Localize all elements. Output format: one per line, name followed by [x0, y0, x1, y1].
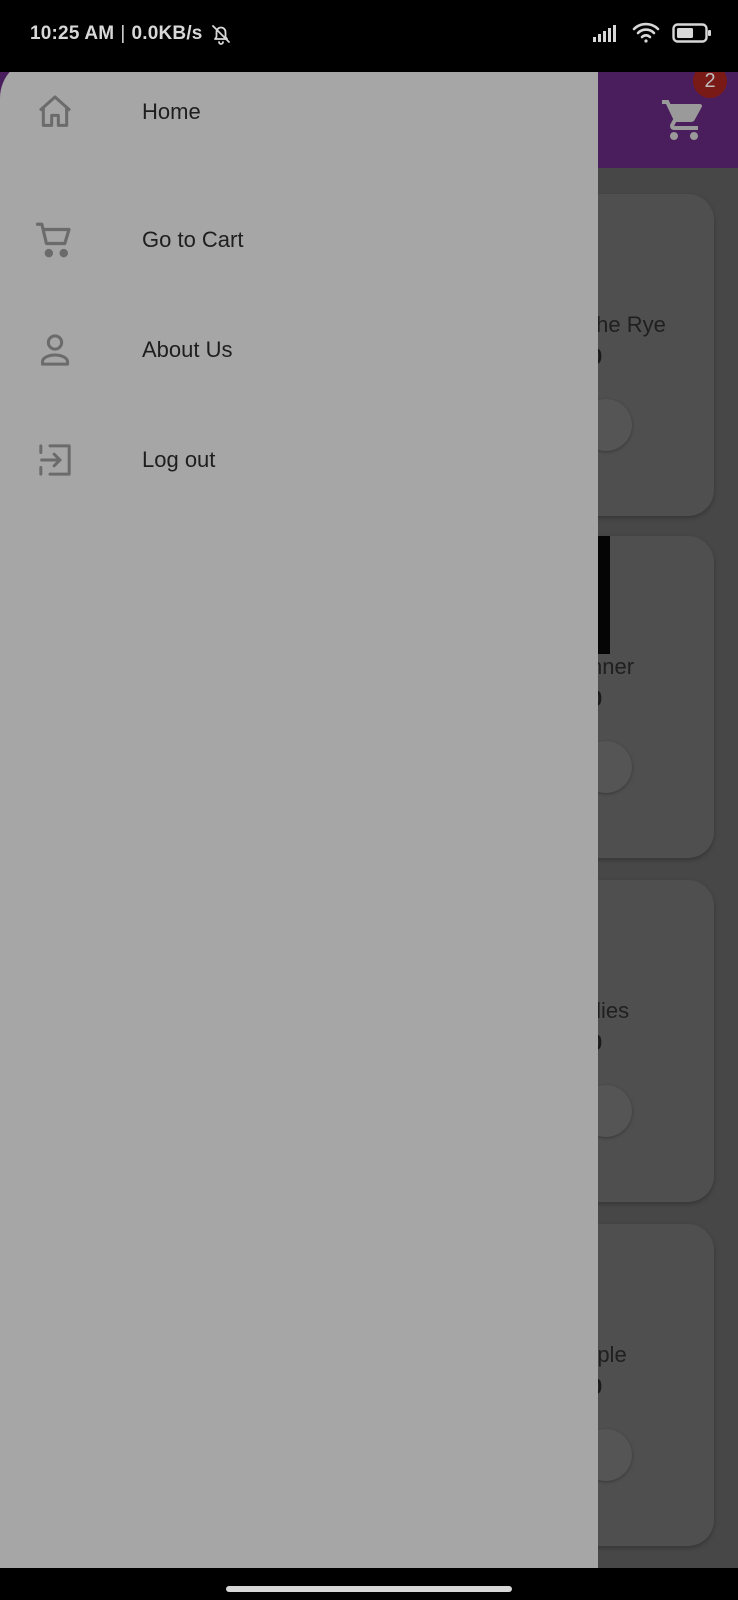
person-icon — [34, 329, 76, 371]
home-icon — [34, 91, 76, 133]
shopping-cart-icon[interactable] — [660, 96, 708, 144]
drawer-item-go-to-cart[interactable]: Go to Cart — [0, 200, 598, 280]
navigation-drawer: Home Go to Cart About Us Log out — [0, 58, 598, 1568]
drawer-item-label: About Us — [142, 337, 233, 362]
bell-off-icon — [211, 25, 230, 45]
product-title: the Rye — [590, 312, 666, 337]
home-indicator[interactable] — [226, 1586, 512, 1592]
battery-icon — [672, 23, 711, 43]
signal-icon — [593, 25, 616, 42]
drawer-item-label: Log out — [142, 447, 216, 472]
shopping-cart-icon — [34, 219, 76, 261]
status-time: 10:25 AM — [30, 23, 115, 44]
drawer-item-label: Go to Cart — [142, 227, 244, 252]
drawer-item-log-out[interactable]: Log out — [0, 420, 598, 500]
drawer-item-label: Home — [142, 99, 201, 124]
status-bar: 10:25 AM | 0.0KB/s — [0, 0, 738, 72]
system-navigation-bar — [0, 1568, 738, 1600]
network-speed: 0.0KB/s — [131, 23, 203, 44]
logout-icon — [34, 439, 76, 481]
status-left: 10:25 AM | 0.0KB/s — [30, 22, 233, 46]
drawer-item-about-us[interactable]: About Us — [0, 310, 598, 390]
status-right — [592, 22, 712, 44]
status-separator: | — [120, 23, 126, 44]
drawer-item-home[interactable]: Home — [0, 72, 598, 152]
wifi-icon — [632, 22, 660, 43]
